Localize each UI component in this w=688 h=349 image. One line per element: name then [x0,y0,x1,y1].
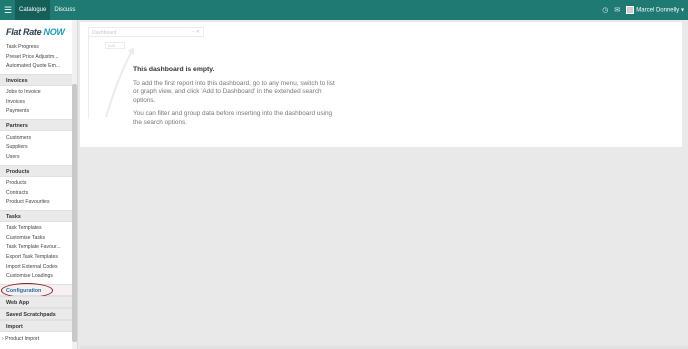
sidebar-section-partners[interactable]: Partners [0,119,72,131]
tab-discuss[interactable]: Discuss [50,0,79,20]
sidebar: Flat Rate NOW Task Progress Preset Price… [0,20,78,349]
dashboard-panel: Dashboard – ✕ Add This dashboard is empty… [80,22,682,147]
sidebar-item-suppliers[interactable]: Suppliers [6,144,28,150]
placeholder-title: Dashboard [92,30,117,36]
sidebar-item-payments[interactable]: Payments [6,108,29,114]
sidebar-scrollbar[interactable] [72,20,77,349]
placeholder-controls-icon: – ✕ [191,29,200,35]
sidebar-item-customise-loadings[interactable]: Customise Loadings [6,273,53,279]
apps-menu-icon[interactable]: ☰ [1,0,15,20]
empty-dashboard-message: This dashboard is empty. To add the firs… [133,66,338,132]
sidebar-section-products[interactable]: Products [0,165,72,177]
caret-down-icon: ▾ [680,7,684,14]
sidebar-item-task-template-favourites[interactable]: Task Template Favour... [6,244,61,250]
sidebar-section-invoices[interactable]: Invoices [0,74,72,86]
section-title: Partners [6,123,28,129]
sidebar-item-task-progress[interactable]: Task Progress [6,44,39,50]
user-name: Marcel Donnelly [636,7,680,14]
section-title: Products [6,169,30,175]
sidebar-item-products[interactable]: Products [6,180,26,186]
user-menu[interactable]: Marcel Donnelly ▾ [626,6,684,14]
sidebar-item-task-templates[interactable]: Task Templates [6,225,42,231]
empty-dashboard-instructions: To add the first report into this dashbo… [133,79,335,104]
sidebar-section-import[interactable]: Import [0,320,72,332]
section-title: Invoices [6,78,28,84]
logo-text-flatrate: Flat Rate [6,27,44,37]
sidebar-section-tasks[interactable]: Tasks [0,210,72,222]
sidebar-item-customers[interactable]: Customers [6,135,31,141]
logo-text-now: NOW [43,27,65,37]
sidebar-item-preset-price[interactable]: Preset Price Adjustm... [6,54,58,60]
avatar [626,6,635,14]
empty-dashboard-tip: You can filter and group data before ins… [133,110,333,126]
section-title: Web App [6,300,30,306]
sidebar-item-product-import[interactable]: › Product Import [2,336,39,342]
sidebar-item-automated-quote[interactable]: Automated Quote Em... [6,63,60,69]
flatratenow-logo: Flat Rate NOW [6,27,74,39]
sidebar-item-import-external-codes[interactable]: Import External Codes [6,264,58,270]
chat-icon[interactable]: ✉ [614,6,620,14]
activity-icon[interactable]: ◷ [602,6,608,14]
sidebar-section-saved-scratchpads[interactable]: Saved Scratchpads [0,308,72,320]
sidebar-section-web-app[interactable]: Web App [0,296,72,308]
sidebar-item-product-favourites[interactable]: Product Favourites [6,199,50,205]
section-title: Saved Scratchpads [6,312,56,318]
sidebar-item-contracts[interactable]: Contracts [6,190,28,196]
sidebar-item-customise-tasks[interactable]: Customise Tasks [6,235,45,241]
placeholder-toolbar: Dashboard – ✕ [88,27,204,37]
sidebar-item-invoices[interactable]: Invoices [6,99,25,105]
sidebar-item-jobs-to-invoice[interactable]: Jobs to Invoice [6,89,41,95]
topbar-right: ◷ ✉ Marcel Donnelly ▾ [602,0,684,20]
sidebar-item-users[interactable]: Users [6,154,20,160]
section-title: Import [6,324,23,330]
sidebar-item-export-task-templates[interactable]: Export Task Templates [6,254,58,260]
sidebar-item-label: Product Import [5,336,40,342]
tab-catalogue[interactable]: Catalogue [15,0,51,20]
top-navbar: ☰ Catalogue Discuss ◷ ✉ Marcel Donnelly … [0,0,688,20]
empty-dashboard-title: This dashboard is empty. [133,66,215,73]
scrollbar-thumb[interactable] [72,84,77,342]
section-title: Tasks [6,214,21,220]
